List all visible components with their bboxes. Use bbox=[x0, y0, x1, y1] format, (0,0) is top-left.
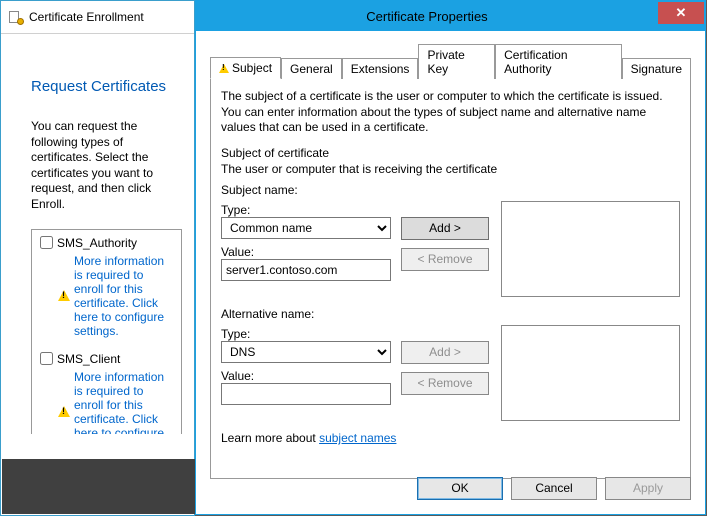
tab-general[interactable]: General bbox=[281, 58, 342, 79]
alt-name-label: Alternative name: bbox=[221, 307, 680, 321]
certificate-icon bbox=[9, 10, 23, 24]
tab-strip: Subject General Extensions Private Key C… bbox=[210, 43, 691, 79]
enrollment-title: Certificate Enrollment bbox=[29, 10, 144, 24]
alt-type-select[interactable]: DNS bbox=[221, 341, 391, 363]
subject-add-button[interactable]: Add > bbox=[401, 217, 489, 240]
close-button[interactable]: ✕ bbox=[658, 2, 704, 24]
warning-icon bbox=[219, 64, 229, 73]
dialog-title: Certificate Properties bbox=[196, 9, 658, 24]
subject-desc: The subject of a certificate is the user… bbox=[221, 89, 680, 136]
type-label: Type: bbox=[221, 327, 391, 341]
enrollment-titlebar: Certificate Enrollment bbox=[1, 1, 194, 34]
enrollment-window: Certificate Enrollment Request Certifica… bbox=[0, 0, 195, 516]
warning-icon bbox=[58, 290, 70, 301]
learn-more-row: Learn more about subject names bbox=[221, 431, 680, 445]
properties-dialog: Certificate Properties ✕ Subject General… bbox=[195, 0, 706, 515]
more-info-link[interactable]: More information is required to enroll f… bbox=[74, 370, 173, 434]
more-info-link[interactable]: More information is required to enroll f… bbox=[74, 254, 173, 338]
value-label: Value: bbox=[221, 369, 391, 383]
subject-type-select[interactable]: Common name bbox=[221, 217, 391, 239]
value-label: Value: bbox=[221, 245, 391, 259]
cancel-button[interactable]: Cancel bbox=[511, 477, 597, 500]
alt-list-box[interactable] bbox=[501, 325, 680, 421]
subject-remove-button[interactable]: < Remove bbox=[401, 248, 489, 271]
alt-name-row: Type: DNS Value: Add > < Remove bbox=[221, 325, 680, 421]
list-item: SMS_Authority More information is requir… bbox=[32, 230, 181, 346]
subject-value-input[interactable] bbox=[221, 259, 391, 281]
subject-name-label: Subject name: bbox=[221, 183, 680, 197]
subject-name-row: Type: Common name Value: Add > < Remove bbox=[221, 201, 680, 297]
subject-sub-desc: The user or computer that is receiving t… bbox=[221, 162, 680, 178]
alt-add-button[interactable]: Add > bbox=[401, 341, 489, 364]
apply-button[interactable]: Apply bbox=[605, 477, 691, 500]
certificate-list: SMS_Authority More information is requir… bbox=[31, 229, 182, 434]
type-label: Type: bbox=[221, 203, 391, 217]
enrollment-heading: Request Certificates bbox=[31, 78, 182, 95]
dialog-titlebar: Certificate Properties ✕ bbox=[196, 1, 705, 31]
enrollment-footer bbox=[2, 459, 195, 514]
cert-checkbox-sms-client[interactable]: SMS_Client bbox=[40, 352, 173, 366]
dialog-body: Subject General Extensions Private Key C… bbox=[196, 31, 705, 489]
alt-value-input[interactable] bbox=[221, 383, 391, 405]
enrollment-desc: You can request the following types of c… bbox=[31, 119, 182, 213]
alt-remove-button[interactable]: < Remove bbox=[401, 372, 489, 395]
warning-icon bbox=[58, 406, 70, 417]
cert-label: SMS_Authority bbox=[57, 236, 137, 250]
tab-signature[interactable]: Signature bbox=[622, 58, 691, 79]
tab-panel-subject: The subject of a certificate is the user… bbox=[210, 79, 691, 479]
cert-checkbox-sms-authority[interactable]: SMS_Authority bbox=[40, 236, 173, 250]
list-item: SMS_Client More information is required … bbox=[32, 346, 181, 434]
tab-subject[interactable]: Subject bbox=[210, 57, 281, 79]
subject-list-box[interactable] bbox=[501, 201, 680, 297]
subject-names-link[interactable]: subject names bbox=[319, 431, 396, 445]
enrollment-body: Request Certificates You can request the… bbox=[1, 34, 194, 434]
subject-of-cert-label: Subject of certificate bbox=[221, 146, 680, 160]
ok-button[interactable]: OK bbox=[417, 477, 503, 500]
dialog-footer: OK Cancel Apply bbox=[417, 477, 691, 500]
tab-cert-authority[interactable]: Certification Authority bbox=[495, 44, 621, 79]
cert-label: SMS_Client bbox=[57, 352, 120, 366]
tab-extensions[interactable]: Extensions bbox=[342, 58, 419, 79]
tab-private-key[interactable]: Private Key bbox=[418, 44, 495, 79]
